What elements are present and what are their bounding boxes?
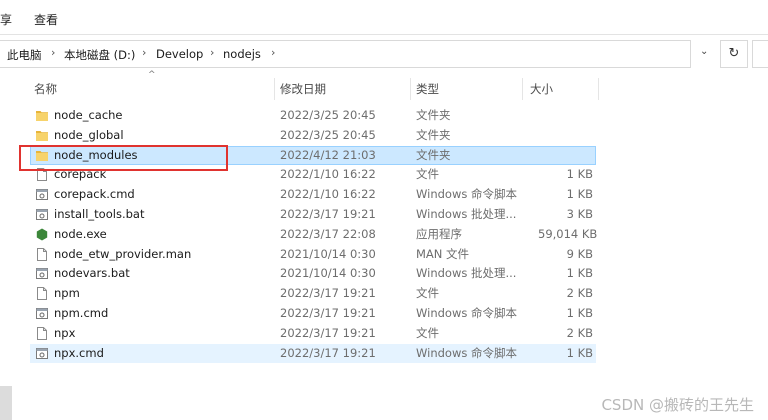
refresh-icon: ↻ <box>728 46 740 61</box>
script-icon <box>36 267 48 280</box>
file-row[interactable]: corepack.cmd 2022/1/10 16:22 Windows 命令脚本 1… <box>30 185 596 205</box>
file-date: 2022/1/10 16:22 <box>280 187 376 202</box>
node-exe-icon <box>36 228 48 241</box>
file-icon <box>36 326 48 340</box>
file-name: npx <box>54 325 76 340</box>
breadcrumb-develop[interactable]: Develop <box>156 47 203 61</box>
file-type: 文件夹 <box>416 127 451 142</box>
file-type: Windows 命令脚本 <box>416 187 517 202</box>
file-size: 1 KB <box>566 167 593 182</box>
column-divider[interactable] <box>274 78 275 100</box>
file-type: MAN 文件 <box>416 246 470 261</box>
file-date: 2022/4/12 21:03 <box>280 147 376 162</box>
file-size: 1 KB <box>566 305 593 320</box>
navigation-pane <box>0 76 20 420</box>
column-header-date[interactable]: 修改日期 <box>280 76 326 102</box>
breadcrumb-chevron-icon[interactable]: › <box>142 46 146 59</box>
file-size: 1 KB <box>566 266 593 281</box>
column-header-name[interactable]: 名称 <box>34 76 57 102</box>
file-date: 2022/3/17 19:21 <box>280 305 376 320</box>
column-divider[interactable] <box>522 78 523 100</box>
column-header: 名称 修改日期 类型 大小 <box>20 76 600 102</box>
highlight-box <box>19 145 228 171</box>
file-size: 1 KB <box>566 345 593 360</box>
file-type: Windows 批处理... <box>416 266 517 281</box>
file-date: 2022/1/10 16:22 <box>280 167 376 182</box>
file-size: 59,014 KB <box>538 226 598 241</box>
file-type: 文件夹 <box>416 108 451 122</box>
file-row[interactable]: npm 2022/3/17 19:21 文件 2 KB <box>30 284 596 304</box>
file-row[interactable]: install_tools.bat 2022/3/17 19:21 Windows … <box>30 205 596 225</box>
file-type: 文件 <box>416 286 439 301</box>
file-type: Windows 批处理... <box>416 206 517 221</box>
file-date: 2022/3/17 19:21 <box>280 325 376 340</box>
file-row[interactable]: node_global 2022/3/25 20:45 文件夹 <box>30 126 596 146</box>
file-date: 2021/10/14 0:30 <box>280 266 376 281</box>
column-divider[interactable] <box>598 78 599 100</box>
file-name: npm.cmd <box>54 305 109 320</box>
file-size: 3 KB <box>566 206 593 221</box>
ribbon-tab-view[interactable]: 查看 <box>34 11 58 28</box>
file-date: 2022/3/25 20:45 <box>280 127 376 142</box>
column-divider[interactable] <box>410 78 411 100</box>
file-date: 2022/3/17 19:21 <box>280 206 376 221</box>
ribbon: 享 查看 <box>0 0 768 35</box>
file-date: 2022/3/25 20:45 <box>280 108 376 122</box>
folder-icon <box>36 109 48 122</box>
file-icon <box>36 247 48 261</box>
search-input[interactable] <box>752 40 768 68</box>
file-icon <box>36 287 48 301</box>
file-name: npx.cmd <box>54 345 104 360</box>
refresh-button[interactable]: ↻ <box>720 40 748 68</box>
file-size: 2 KB <box>566 286 593 301</box>
file-date: 2021/10/14 0:30 <box>280 246 376 261</box>
file-type: 文件夹 <box>416 147 451 162</box>
script-icon <box>36 208 48 221</box>
file-size: 9 KB <box>566 246 593 261</box>
address-dropdown-icon[interactable]: ⌄ <box>700 46 708 57</box>
file-type: 文件 <box>416 167 439 182</box>
breadcrumb-chevron-icon[interactable]: › <box>271 46 275 59</box>
breadcrumb-this-pc[interactable]: 此电脑 <box>7 47 42 63</box>
address-bar-row: 此电脑 › 本地磁盘 (D:) › Develop › nodejs › ⌄ ↻ <box>0 40 768 68</box>
file-name: nodevars.bat <box>54 266 130 281</box>
script-icon <box>36 347 48 360</box>
file-name: corepack.cmd <box>54 187 135 202</box>
file-type: 应用程序 <box>416 226 462 241</box>
file-name: node_etw_provider.man <box>54 246 192 261</box>
breadcrumb-chevron-icon[interactable]: › <box>210 46 214 59</box>
breadcrumb-nodejs[interactable]: nodejs <box>223 47 261 61</box>
file-name: npm <box>54 286 80 301</box>
breadcrumb-chevron-icon[interactable]: › <box>51 46 55 59</box>
script-icon <box>36 188 48 201</box>
file-size: 1 KB <box>566 187 593 202</box>
file-type: Windows 命令脚本 <box>416 345 517 360</box>
folder-icon <box>36 129 48 142</box>
file-row[interactable]: node_etw_provider.man 2021/10/14 0:30 MAN … <box>30 245 596 265</box>
watermark: CSDN @搬砖的王先生 <box>601 396 754 414</box>
script-icon <box>36 307 48 320</box>
navigation-scrollbar[interactable] <box>0 386 12 420</box>
file-row[interactable]: nodevars.bat 2021/10/14 0:30 Windows 批处理..… <box>30 264 596 284</box>
file-name: install_tools.bat <box>54 206 145 221</box>
file-name: node_cache <box>54 108 123 122</box>
file-name: node_global <box>54 127 124 142</box>
column-header-size[interactable]: 大小 <box>530 76 553 102</box>
file-name: node.exe <box>54 226 107 241</box>
breadcrumb-drive-d[interactable]: 本地磁盘 (D:) <box>64 47 135 63</box>
file-type: 文件 <box>416 325 439 340</box>
file-row[interactable]: npm.cmd 2022/3/17 19:21 Windows 命令脚本 1 KB <box>30 304 596 324</box>
file-size: 2 KB <box>566 325 593 340</box>
file-date: 2022/3/17 19:21 <box>280 286 376 301</box>
file-row[interactable]: node.exe 2022/3/17 22:08 应用程序 59,014 KB <box>30 225 598 245</box>
file-date: 2022/3/17 19:21 <box>280 345 376 360</box>
ribbon-tab-share[interactable]: 享 <box>0 11 12 28</box>
file-date: 2022/3/17 22:08 <box>280 226 376 241</box>
file-row[interactable]: npx 2022/3/17 19:21 文件 2 KB <box>30 324 596 344</box>
file-type: Windows 命令脚本 <box>416 305 517 320</box>
file-row[interactable]: node_cache 2022/3/25 20:45 文件夹 <box>30 106 596 126</box>
column-header-type[interactable]: 类型 <box>416 76 439 102</box>
file-row[interactable]: npx.cmd 2022/3/17 19:21 Windows 命令脚本 1 KB <box>30 343 596 364</box>
address-bar[interactable]: 此电脑 › 本地磁盘 (D:) › Develop › nodejs › <box>0 40 691 68</box>
